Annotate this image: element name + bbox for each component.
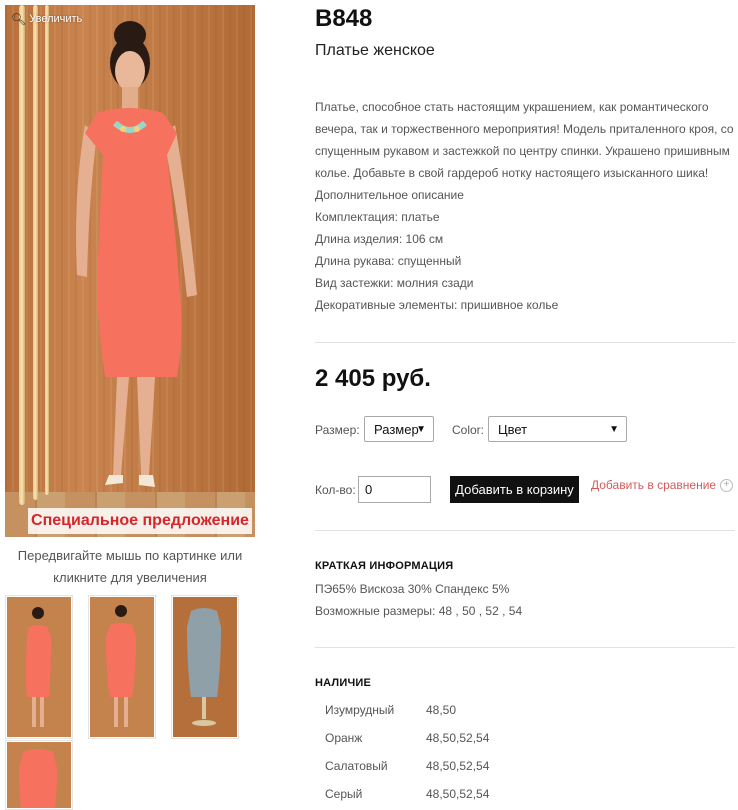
add-to-cart-button[interactable]: Добавить в корзину [450,476,579,503]
zoom-label: Увеличить [29,13,83,25]
thumbnail-image [187,608,221,726]
divider [315,342,735,343]
thumbnail-4[interactable] [5,740,73,810]
color-select-value: Цвет [498,422,528,437]
dropdown-arrow-icon: ▼ [609,424,619,435]
availability-sizes: 48,50,52,54 [426,731,490,745]
size-label: Размер: [315,423,360,437]
compare-label: Добавить в сравнение [591,478,717,492]
model-figure [76,21,197,487]
dropdown-arrow-icon: ▼ [416,424,426,435]
magnifier-icon: 🔍︎ [11,12,27,26]
thumbnail-image [106,605,136,727]
zoom-instructions: Передвигайте мышь по картинке или кликни… [17,548,243,585]
availability-row: Изумрудный 48,50 [325,703,456,717]
availability-title: НАЛИЧИЕ [315,677,372,689]
availability-row: Салатовый 48,50,52,54 [325,759,489,773]
description-line: Длина рукава: спущенный [315,254,462,268]
thumbnail-3[interactable] [171,595,239,739]
color-label: Color: [452,423,485,437]
availability-sizes: 48,50,52,54 [426,759,490,773]
description-line: Дополнительное описание [315,188,464,202]
composition-text: ПЭ65% Вискоза 30% Спандекс 5% [315,582,510,596]
size-select[interactable]: Размер ▼ [364,416,434,442]
divider [315,530,735,531]
product-price: 2 405 руб. [315,365,431,392]
available-sizes-text: Возможные размеры: 48 , 50 , 52 , 54 [315,604,523,618]
thumbnail-image [19,749,57,808]
plus-circle-icon: + [720,478,734,492]
product-subtitle: Платье женское [315,42,435,59]
qty-input[interactable]: 0 [358,476,431,503]
availability-color: Серый [325,787,363,801]
description-line: Декоративные элементы: пришивное колье [315,298,559,312]
product-sku: B848 [315,5,373,32]
color-select[interactable]: Цвет ▼ [488,416,627,442]
description-line: Длина изделия: 106 см [315,232,444,246]
divider [315,647,735,648]
product-main-image[interactable]: 🔍︎ Увеличить [5,5,255,537]
brief-info-title: КРАТКАЯ ИНФОРМАЦИЯ [315,560,454,572]
size-select-value: Размер [374,422,419,437]
thumbnail-image [26,607,51,727]
availability-color: Оранж [325,731,363,745]
product-description: Платье, способное стать настоящим украше… [315,96,738,316]
zoom-hint[interactable]: 🔍︎ Увеличить [11,12,82,26]
special-offer-badge: Специальное предложение [28,508,252,534]
availability-sizes: 48,50,52,54 [426,787,490,801]
add-to-compare-link[interactable]: Добавить в сравнение + [591,478,734,492]
availability-sizes: 48,50 [426,703,457,717]
description-line: Платье, способное стать настоящим украше… [315,100,734,180]
qty-label: Кол-во: [315,483,356,497]
availability-row: Оранж 48,50,52,54 [325,731,489,745]
description-line: Комплектация: платье [315,210,440,224]
thumbnail-2[interactable] [88,595,156,739]
availability-color: Изумрудный [325,703,395,717]
description-line: Вид застежки: молния сзади [315,276,474,290]
thumbnail-1[interactable] [5,595,73,739]
availability-color: Салатовый [325,759,388,773]
availability-row: Серый 48,50,52,54 [325,787,489,801]
